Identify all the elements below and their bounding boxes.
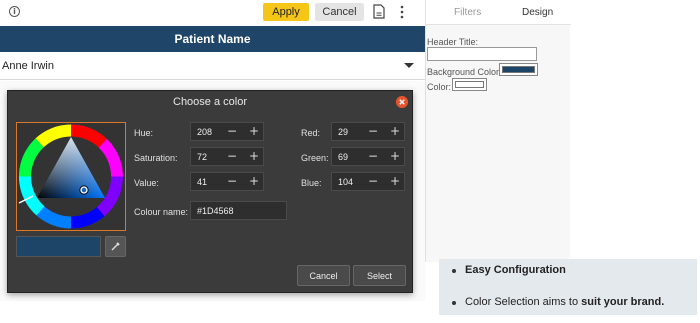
green-spinbox[interactable]: 69 − + [331,147,405,166]
document-icon[interactable] [373,4,385,19]
dialog-cancel-button[interactable]: Cancel [297,265,350,286]
table-row[interactable]: Anne Irwin [0,52,425,80]
dialog-title: Choose a color [173,96,247,108]
blue-increment-button[interactable]: + [386,173,404,190]
design-side-panel: Filters Design Header Title: Background … [425,0,571,262]
hue-spinbox[interactable]: 208 − + [190,122,264,141]
text-color-picker[interactable] [452,78,487,91]
header-title-label: Header Title: [427,37,479,47]
pipette-icon [111,242,120,251]
background-color-swatch [502,66,535,73]
saturation-label: Saturation: [134,153,178,163]
green-label: Green: [301,153,329,163]
close-icon[interactable] [396,96,408,108]
value-label: Value: [134,178,159,188]
red-label: Red: [301,128,321,138]
background-color-picker[interactable] [499,63,538,76]
red-spinbox[interactable]: 29 − + [331,122,405,141]
callout-heading: Easy Configuration [465,264,566,276]
tab-design[interactable]: Design [522,7,553,18]
blue-spinbox[interactable]: 104 − + [331,172,405,191]
colour-name-value: #1D4568 [197,206,234,216]
green-value: 69 [338,152,349,162]
background-color-label: Background Color: [427,67,502,77]
color-chooser-dialog: Choose a color Hue: 208 − + Saturation: … [7,90,413,293]
cancel-button[interactable]: Cancel [315,3,364,21]
color-wheel-frame [16,122,126,231]
callout-text-prefix: Color Selection aims to [465,296,582,308]
value-decrement-button[interactable]: − [223,173,241,190]
text-color-swatch [455,81,484,88]
saturation-increment-button[interactable]: + [245,148,263,165]
hue-value: 208 [197,127,213,137]
bullet-icon [452,301,456,305]
red-increment-button[interactable]: + [386,123,404,140]
callout-text: Color Selection aims to suit your brand. [465,296,664,308]
blue-label: Blue: [301,178,322,188]
blue-decrement-button[interactable]: − [364,173,382,190]
apply-button[interactable]: Apply [263,3,309,21]
color-wheel-icon[interactable] [17,123,125,230]
current-color-swatch [16,236,101,257]
blue-value: 104 [338,177,354,187]
hue-increment-button[interactable]: + [245,123,263,140]
saturation-spinbox[interactable]: 72 − + [190,147,264,166]
red-value: 29 [338,127,349,137]
callout-text-emphasis: suit your brand. [581,296,665,308]
side-panel-tabs: Filters Design [426,0,571,25]
red-decrement-button[interactable]: − [364,123,382,140]
hue-decrement-button[interactable]: − [223,123,241,140]
colour-name-label: Colour name: [134,207,189,217]
saturation-decrement-button[interactable]: − [223,148,241,165]
value-spinbox[interactable]: 41 − + [190,172,264,191]
bullet-icon [452,269,456,273]
cell-patient-name: Anne Irwin [2,60,54,72]
info-icon[interactable]: i [9,6,20,17]
color-label: Color: [427,82,452,92]
value-increment-button[interactable]: + [245,173,263,190]
green-decrement-button[interactable]: − [364,148,382,165]
column-header-patient-name[interactable]: Patient Name [0,26,425,52]
toolbar: i Apply Cancel [0,0,425,24]
feature-callout: Easy Configuration Color Selection aims … [439,259,697,315]
value-value: 41 [197,177,208,187]
pipette-button[interactable] [105,236,126,257]
tab-filters[interactable]: Filters [454,7,481,18]
colour-name-input[interactable]: #1D4568 [190,201,287,220]
saturation-value: 72 [197,152,208,162]
header-title-input[interactable] [427,47,537,61]
dropdown-caret-icon[interactable] [404,63,414,68]
dialog-select-button[interactable]: Select [353,265,406,286]
green-increment-button[interactable]: + [386,148,404,165]
kebab-menu-icon[interactable] [398,5,406,19]
hue-label: Hue: [134,128,154,138]
